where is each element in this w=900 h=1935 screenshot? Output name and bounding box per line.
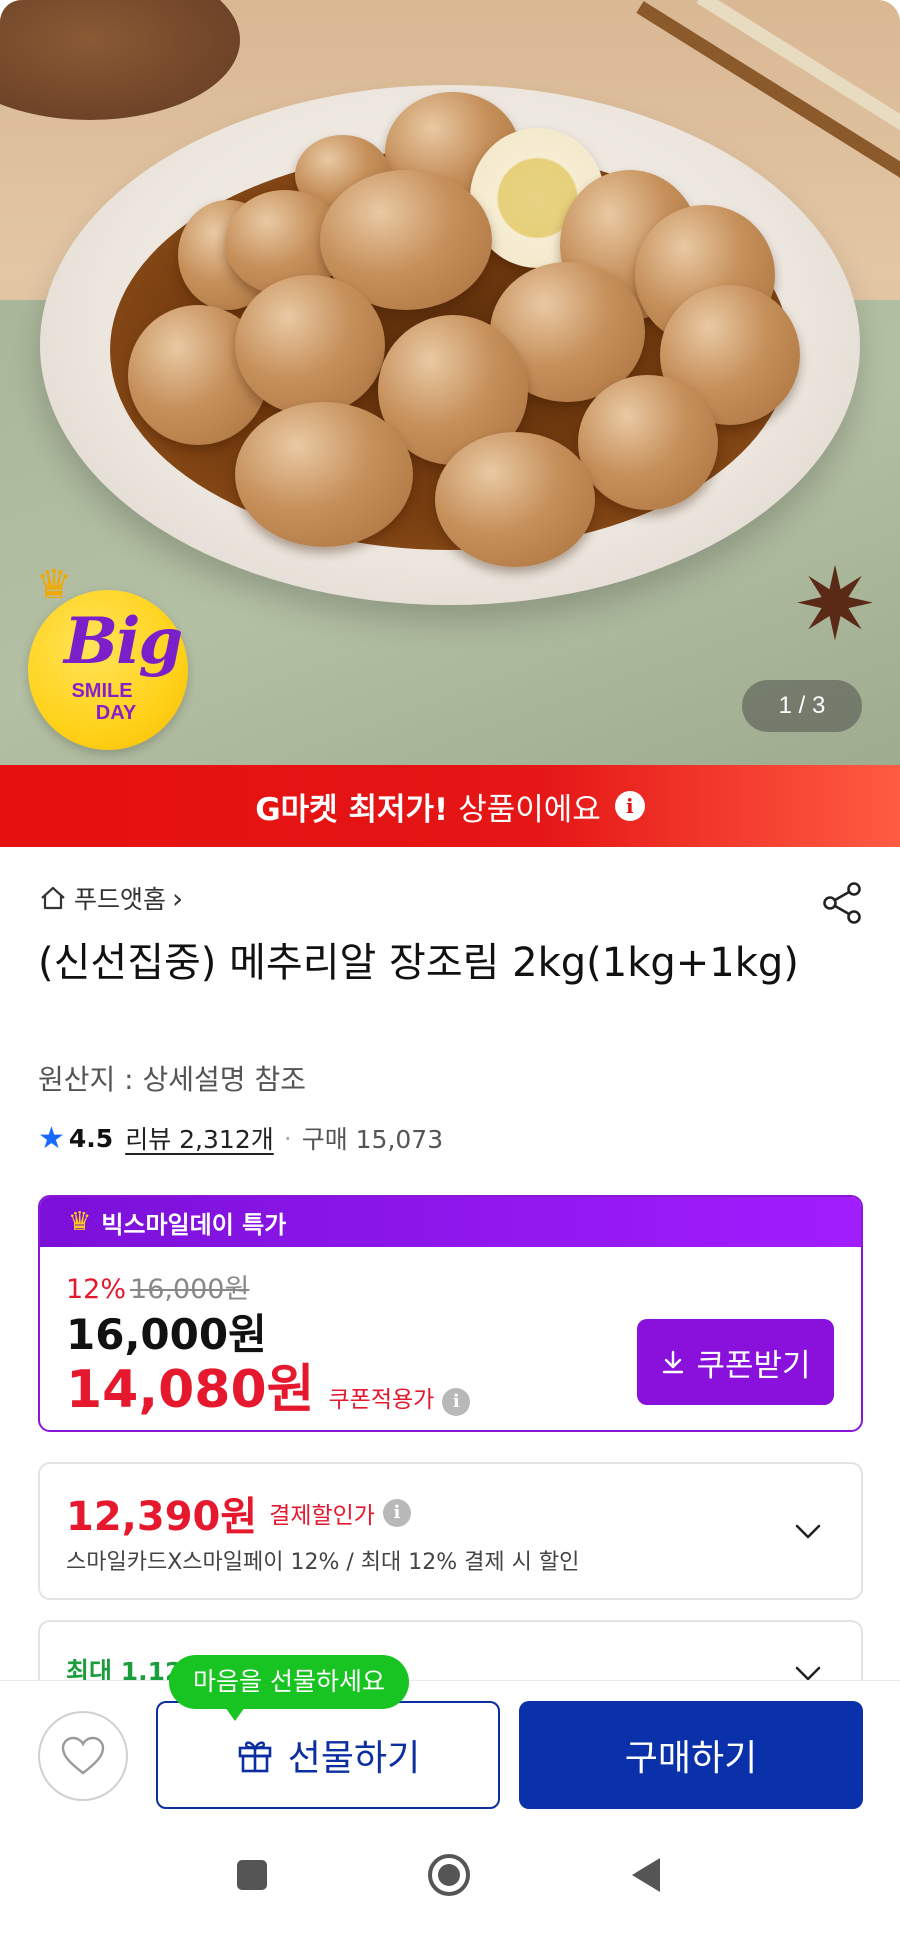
badge-smile-text: SMILE	[71, 680, 133, 702]
download-icon	[663, 1350, 684, 1374]
recent-apps-button[interactable]	[230, 1853, 274, 1897]
bottom-action-bar: 선물하기 구매하기	[0, 1680, 900, 1815]
payment-discount-row: 12,390원 결제할인가 i	[66, 1484, 411, 1542]
special-deal-box: ♛ 빅스마일데이 특가 12% 16,000원 16,000원 14,080원 쿠…	[38, 1195, 863, 1432]
product-origin: 원산지 : 상세설명 참조	[38, 1063, 306, 1096]
payment-discount-label: 결제할인가	[269, 1503, 375, 1529]
wishlist-button[interactable]	[38, 1711, 128, 1801]
get-coupon-label: 쿠폰받기	[696, 1347, 811, 1384]
info-icon[interactable]: i	[614, 791, 645, 821]
gift-button[interactable]: 선물하기	[156, 1701, 500, 1809]
breadcrumb[interactable]: 푸드앳홈 ›	[38, 880, 183, 916]
square-icon	[237, 1860, 267, 1890]
back-triangle-icon	[632, 1858, 660, 1892]
rating-score: 4.5	[68, 1123, 114, 1153]
deal-header-label: 빅스마일데이 특가	[101, 1210, 287, 1239]
lowest-price-banner[interactable]: G마켓 최저가! 상품이에요 i	[0, 765, 900, 847]
star-icon: ★	[38, 1120, 65, 1156]
crown-icon: ♛	[36, 562, 72, 608]
gift-label: 선물하기	[287, 1738, 421, 1779]
gift-icon	[238, 1741, 272, 1773]
info-icon[interactable]: i	[382, 1499, 411, 1527]
payment-discount-box[interactable]: 12,390원 결제할인가 i 스마일카드X스마일페이 12% / 최대 12%…	[38, 1462, 863, 1600]
coupon-price: 14,080원	[66, 1360, 315, 1420]
quail-egg	[578, 375, 718, 510]
home-icon	[41, 886, 65, 910]
big-smile-day-badge: ♛ Big SMILE DAY	[28, 562, 188, 750]
chevron-right-icon: ›	[172, 881, 184, 915]
crown-icon: ♛	[68, 1207, 92, 1237]
payment-discount-price: 12,390원	[66, 1494, 258, 1540]
promo-rest-text: 상품이에요	[458, 791, 601, 828]
rating-row: ★ 4.5 리뷰 2,312개 · 구매 15,073	[38, 1120, 443, 1156]
quail-egg	[235, 402, 413, 547]
badge-day-text: DAY	[95, 702, 137, 724]
separator-dot: ·	[283, 1123, 292, 1153]
reviews-link[interactable]: 리뷰 2,312개	[125, 1120, 274, 1156]
breadcrumb-label: 푸드앳홈	[74, 885, 167, 914]
gift-tooltip: 마음을 선물하세요	[169, 1655, 409, 1721]
get-coupon-button[interactable]: 쿠폰받기	[637, 1319, 834, 1405]
share-icon[interactable]	[820, 880, 866, 926]
promo-strong-text: G마켓 최저가!	[255, 791, 449, 828]
coupon-price-label: 쿠폰적용가	[328, 1387, 435, 1413]
home-button[interactable]	[427, 1853, 471, 1897]
payment-discount-desc: 스마일카드X스마일페이 12% / 최대 12% 결제 시 할인	[66, 1550, 580, 1575]
info-icon[interactable]: i	[442, 1388, 471, 1416]
product-image-carousel[interactable]: ✷ ♛ Big SMILE DAY 1 / 3	[0, 0, 900, 765]
product-title: (신선집중) 메추리알 장조림 2kg(1kg+1kg)	[38, 940, 799, 986]
badge-big-text: Big	[64, 604, 183, 679]
circle-icon	[428, 1854, 470, 1896]
coupon-price-row: 14,080원 쿠폰적용가 i	[66, 1347, 471, 1422]
quail-egg	[235, 275, 385, 415]
back-button[interactable]	[624, 1853, 668, 1897]
heart-icon	[61, 1736, 105, 1775]
chevron-down-icon[interactable]	[793, 1516, 823, 1546]
quail-egg	[435, 432, 595, 567]
buy-button[interactable]: 구매하기	[519, 1701, 863, 1809]
system-navigation-bar	[0, 1815, 900, 1935]
deal-header: ♛ 빅스마일데이 특가	[40, 1197, 861, 1247]
image-counter: 1 / 3	[742, 680, 862, 732]
star-anise: ✷	[793, 546, 877, 663]
purchase-count: 구매 15,073	[301, 1125, 444, 1154]
buy-label: 구매하기	[624, 1738, 758, 1779]
wooden-board	[0, 0, 240, 120]
